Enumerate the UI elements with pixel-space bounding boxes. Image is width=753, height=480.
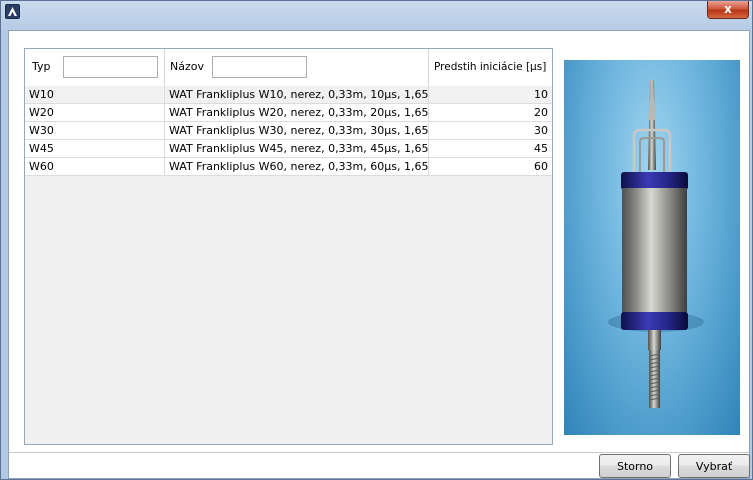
dialog-content: Typ Názov Predstih iniciácie [µs] W10 WA… [8, 30, 750, 479]
cell-advance: 45 [534, 142, 548, 155]
column-label-type: Typ [32, 60, 51, 73]
cell-advance: 20 [534, 106, 548, 119]
cell-name: WAT Frankliplus W20, nerez, 0,33m, 20µs,… [165, 104, 429, 121]
window-frame-left [1, 30, 8, 479]
cell-type: W10 [25, 86, 165, 103]
column-label-advance: Predstih iniciácie [µs] [434, 61, 547, 73]
column-label-name: Názov [170, 60, 204, 73]
table-row[interactable]: W20 WAT Frankliplus W20, nerez, 0,33m, 2… [25, 104, 552, 122]
table-row[interactable]: W10 WAT Frankliplus W10, nerez, 0,33m, 1… [25, 86, 552, 104]
type-filter-input[interactable] [63, 56, 158, 78]
products-table: Typ Názov Predstih iniciácie [µs] W10 WA… [24, 48, 553, 445]
name-filter-input[interactable] [212, 56, 307, 78]
app-logo-icon [5, 4, 20, 19]
cell-name: WAT Frankliplus W10, nerez, 0,33m, 10µs,… [165, 86, 429, 103]
cancel-button[interactable]: Storno [599, 454, 671, 478]
lightning-rod-illustration [608, 78, 704, 408]
column-header-type[interactable]: Typ [25, 49, 165, 86]
footer-divider [9, 452, 749, 453]
column-header-advance[interactable]: Predstih iniciácie [µs] [429, 49, 552, 86]
cell-type: W60 [25, 158, 165, 175]
select-button[interactable]: Vybrať [678, 454, 750, 478]
table-row[interactable]: W45 WAT Frankliplus W45, nerez, 0,33m, 4… [25, 140, 552, 158]
table-header: Typ Názov Predstih iniciácie [µs] [25, 49, 552, 87]
cell-name: WAT Frankliplus W30, nerez, 0,33m, 30µs,… [165, 122, 429, 139]
table-row[interactable]: W30 WAT Frankliplus W30, nerez, 0,33m, 3… [25, 122, 552, 140]
cell-advance: 60 [534, 160, 548, 173]
cell-name: WAT Frankliplus W60, nerez, 0,33m, 60µs,… [165, 158, 429, 175]
dialog-window: x Typ Názov Predstih iniciácie [µs] W10 [0, 0, 753, 480]
cell-type: W20 [25, 104, 165, 121]
close-button[interactable]: x [707, 1, 749, 19]
product-image [564, 60, 740, 435]
table-row[interactable]: W60 WAT Frankliplus W60, nerez, 0,33m, 6… [25, 158, 552, 176]
cell-advance: 30 [534, 124, 548, 137]
title-bar[interactable]: x [1, 1, 752, 23]
cell-type: W30 [25, 122, 165, 139]
cell-advance: 10 [534, 88, 548, 101]
cell-type: W45 [25, 140, 165, 157]
column-header-name[interactable]: Názov [165, 49, 429, 86]
cell-name: WAT Frankliplus W45, nerez, 0,33m, 45µs,… [165, 140, 429, 157]
close-icon: x [724, 2, 732, 16]
